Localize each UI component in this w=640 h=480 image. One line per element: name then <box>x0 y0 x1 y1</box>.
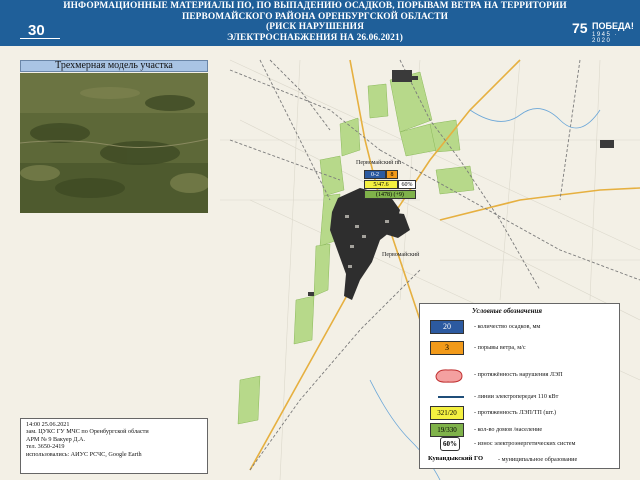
legend-swatch: Кувандыкский ГО <box>428 455 484 462</box>
legend-swatch: 3 <box>430 341 464 355</box>
city-label-side: Первомайский <box>382 252 420 258</box>
inset-title: Трехмерная модель участка <box>20 60 208 72</box>
callout-precip: 0-2 <box>364 170 386 179</box>
legend-text: - линии электропередач 110 кВт <box>474 393 559 400</box>
title-line: ПЕРВОМАЙСКОГО РАЙОНА ОРЕНБУРГСКОЙ ОБЛАСТ… <box>181 11 449 22</box>
info-box: 14:00 25.06.2021 зам. ЦУКС ГУ МЧС по Оре… <box>20 418 208 474</box>
powerline-icon <box>438 396 464 398</box>
info-line: использовались: АИУС РСЧС, Google Earth <box>26 450 142 458</box>
legend-text: - порывы ветра, м/с <box>474 344 526 351</box>
legend-text: - износ электроэнергетических систем <box>474 440 576 447</box>
legend-text: - количество осадков, мм <box>474 323 541 330</box>
info-line: АРМ № 9 Вакуер Д.А. <box>26 435 86 443</box>
mchs-30-logo: 30 <box>20 22 62 44</box>
legend-text: - муниципальное образование <box>498 456 578 463</box>
info-line: зам. ЦУКС ГУ МЧС по Оренбургской области <box>26 428 149 436</box>
callout-pct: 60% <box>398 180 416 189</box>
legend: Условные обозначения 20 - количество оса… <box>419 303 620 469</box>
legend-swatch: 20 <box>430 320 464 334</box>
legend-text: - кол-во домов /население <box>474 426 543 433</box>
page-title: ИНФОРМАЦИОННЫЕ МАТЕРИАЛЫ ПО, ПО ВЫПАДЕНИ… <box>60 1 570 43</box>
title-line: (РИСК НАРУШЕНИЯ <box>266 22 364 33</box>
legend-swatch: 321/20 <box>430 406 464 420</box>
satellite-inset-image <box>20 73 208 213</box>
legend-text: - протяжённость нарушения ЛЭП <box>474 371 563 378</box>
info-line: тел. 3650-2419 <box>26 443 65 451</box>
header-banner: 30 ИНФОРМАЦИОННЫЕ МАТЕРИАЛЫ ПО, ПО ВЫПАД… <box>0 0 640 46</box>
city-label-top: Первомайский пп <box>356 160 402 166</box>
title-line: ИНФОРМАЦИОННЫЕ МАТЕРИАЛЫ ПО, ПО ВЫПАДЕНИ… <box>63 1 567 11</box>
callout-lines: 5/47.6 <box>364 180 398 189</box>
legend-swatch: 60% <box>440 437 460 451</box>
info-line: 14:00 25.06.2021 <box>26 421 70 428</box>
callout-homes: (1478) (+9) <box>364 190 416 199</box>
title-line: ЭЛЕКТРОСНАБЖЕНИЯ НА 26.06.2021) <box>227 32 403 43</box>
outage-shape-icon <box>435 369 463 383</box>
victory-75-logo: 75 ПОБЕДА! 1945 · 2020 <box>572 20 634 44</box>
legend-title: Условные обозначения <box>472 307 542 315</box>
legend-swatch: 19/330 <box>430 423 464 437</box>
callout-wind: 8 <box>386 170 398 179</box>
legend-text: - протяженность ЛЭП/ТП (шт.) <box>474 409 557 416</box>
